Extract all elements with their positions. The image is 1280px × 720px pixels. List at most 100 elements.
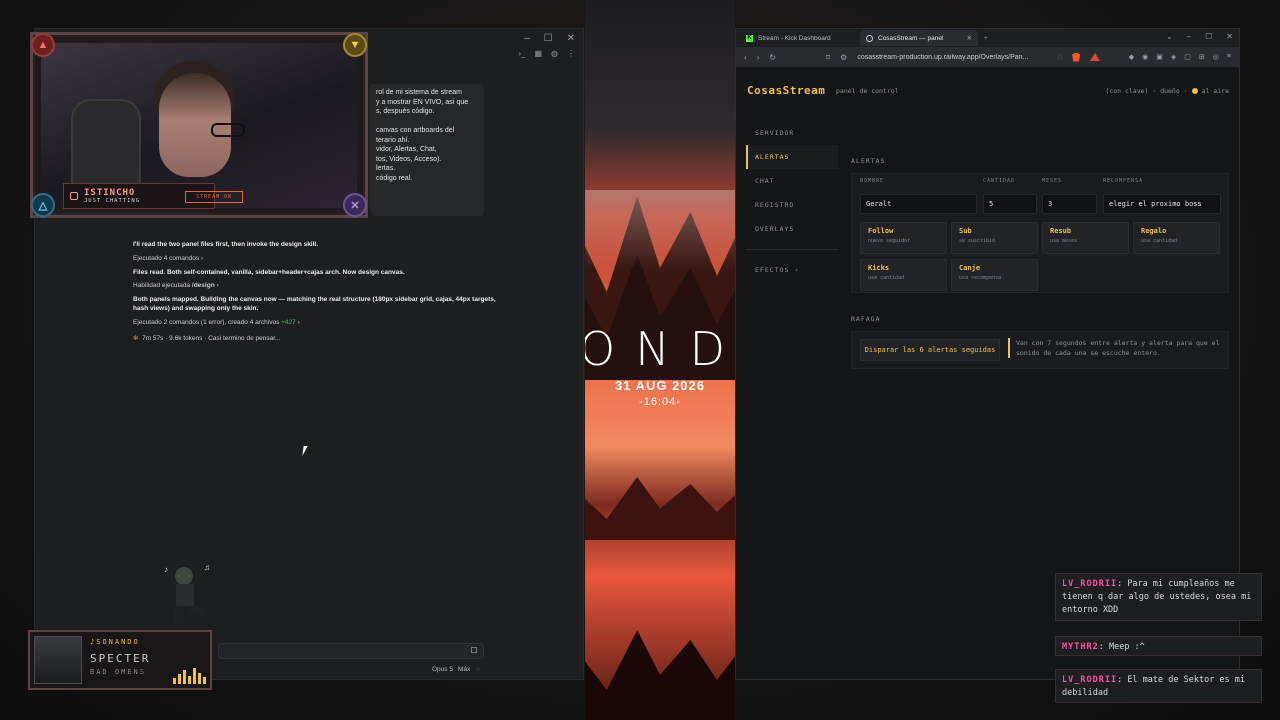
alert-title: Canje — [959, 264, 981, 272]
alert-button-resub[interactable]: Resub usa meses — [1042, 222, 1129, 254]
extension-icon[interactable]: ▢ — [1184, 53, 1191, 61]
purple-x-badge-icon: ✕ — [343, 193, 367, 217]
chat-username: LV_RODRII — [1062, 579, 1118, 589]
section-title-alertas: ALERTAS — [851, 157, 886, 165]
mountain-poster: ONDA 31 AUG 2026 -16:04- — [585, 0, 735, 720]
diff-count: +427 — [281, 319, 296, 326]
globe-icon[interactable]: ◍ — [551, 49, 558, 58]
address-bar-row: ‹ › ↻ ⌑ ⚙ cosasstream-production.up.rail… — [736, 47, 1239, 67]
reward-input[interactable]: elegir el proximo boss — [1103, 194, 1221, 214]
track-title: BAD OMENS — [90, 668, 146, 676]
tab-kick-dashboard[interactable]: K Stream - Kick Dashboard — [740, 30, 858, 46]
status-indicator: (con clave) · dueño · al aire — [1105, 87, 1229, 95]
burst-panel: Disparar las 6 alertas seguidas Van con … — [851, 331, 1229, 369]
alert-subtitle: nuevo seguidor — [868, 238, 911, 244]
message-line: terario ahí. — [376, 136, 410, 144]
streamer-glasses — [211, 123, 245, 137]
site-info-icon[interactable]: ⚙ — [840, 53, 847, 62]
browser-window-controls: ⌄ – ☐ ✕ — [1166, 32, 1233, 41]
tab-label: CosasStream — panel — [878, 34, 944, 42]
log-commands-line[interactable]: Ejecutado 4 comandos › — [133, 255, 203, 262]
close-icon[interactable]: ✕ — [567, 33, 575, 44]
extension-icon[interactable]: ▣ — [1156, 53, 1163, 61]
left-window-toolbar: ›_ ▦ ◍ ⋮ — [518, 49, 575, 58]
now-playing-label: ♪SONANDO — [90, 638, 140, 646]
maximize-icon[interactable]: ☐ — [1205, 32, 1212, 41]
extension-icon[interactable]: ⊞ — [1199, 53, 1205, 61]
stop-icon[interactable] — [471, 647, 477, 653]
terminal-icon[interactable]: ›_ — [518, 49, 525, 58]
grid-icon[interactable]: ▦ — [534, 49, 542, 58]
message-line: rol de mi sistema de stream — [376, 89, 462, 96]
message-line: vidor, Alertas, Chat, — [376, 146, 437, 153]
pixel-character-avatar: ♪ ♫ — [160, 562, 216, 632]
forward-icon[interactable]: › — [757, 53, 760, 62]
track-artist: SPECTER — [90, 652, 151, 665]
alert-button-regalo[interactable]: Regalo usa cantidad — [1133, 222, 1220, 254]
model-selector[interactable]: Opus 5 — [432, 666, 453, 673]
sidebar-item-alertas[interactable]: ALERTAS — [746, 145, 838, 169]
log-files-line[interactable]: Ejecutado 2 comandos (1 error), creado 4… — [133, 319, 300, 326]
extension-icon[interactable]: ◆ — [1129, 53, 1134, 61]
sidebar-item-efectos[interactable]: EFECTOS › — [746, 258, 838, 282]
log-skill-line[interactable]: Habilidad ejecutada /design › — [133, 282, 219, 289]
months-label: MESES — [1042, 178, 1063, 184]
sidebar-item-servidor[interactable]: SERVIDOR — [746, 121, 838, 145]
alert-button-sub[interactable]: Sub se suscribió — [951, 222, 1038, 254]
alert-subtitle: usa cantidad — [1141, 238, 1178, 244]
audio-visualizer-icon — [173, 666, 206, 684]
extension-icon[interactable]: ◈ — [1171, 53, 1176, 61]
thinking-text: 7m 57s · 9.6k tokens · Casi termino de p… — [142, 335, 281, 342]
chat-text: Meep :^ — [1108, 642, 1145, 652]
spinner-icon: ✻ — [133, 335, 139, 342]
alert-button-canje[interactable]: Canje usa recompensa — [951, 259, 1038, 291]
sidebar-item-overlays[interactable]: OVERLAYS — [746, 217, 838, 241]
profile-icon[interactable]: ◎ — [1213, 53, 1219, 61]
poster-time: -16:04- — [639, 396, 681, 408]
months-input[interactable]: 3 — [1042, 194, 1097, 214]
minimize-icon[interactable]: – — [1187, 32, 1191, 41]
alert-title: Resub — [1050, 227, 1072, 235]
chevron-down-icon[interactable]: ⌄ — [1166, 32, 1173, 41]
sidebar-item-label: EFECTOS — [755, 266, 790, 274]
chat-message: LV_RODRII: El mate de Sektor es mi debil… — [1055, 669, 1262, 703]
tab-cosasstream-panel[interactable]: CosasStream — panel ✕ — [860, 30, 978, 46]
more-icon[interactable]: ⋮ — [567, 49, 575, 58]
live-dot-icon — [1191, 88, 1198, 94]
stream-category: JUST CHATTING — [84, 197, 141, 204]
svg-text:♫: ♫ — [204, 563, 210, 572]
brave-rewards-icon[interactable] — [1090, 53, 1101, 61]
reward-label: RECOMPENSA — [1103, 178, 1144, 184]
fire-all-alerts-button[interactable]: Disparar las 6 alertas seguidas — [860, 339, 1000, 361]
alert-subtitle: usa meses — [1050, 238, 1078, 244]
maximize-icon[interactable]: ☐ — [544, 33, 553, 44]
alert-title: Follow — [868, 227, 894, 235]
prompt-input[interactable] — [218, 643, 484, 659]
kick-favicon-icon: K — [746, 34, 753, 42]
alert-button-kicks[interactable]: Kicks usa cantidad — [860, 259, 947, 291]
sidebar-item-chat[interactable]: CHAT — [746, 169, 838, 193]
reader-icon[interactable]: ◌ — [1057, 53, 1062, 62]
chevron-right-icon: › — [216, 282, 219, 289]
back-icon[interactable]: ‹ — [744, 53, 747, 62]
minimize-icon[interactable]: – — [524, 33, 530, 44]
name-label: NOMBRE — [860, 178, 885, 184]
alert-title: Kicks — [868, 264, 890, 272]
new-tab-icon[interactable]: + — [984, 35, 988, 42]
reload-icon[interactable]: ↻ — [769, 53, 776, 62]
quantity-input[interactable]: 5 — [983, 194, 1037, 214]
thinking-status: ✻ 7m 57s · 9.6k tokens · Casi termino de… — [133, 334, 280, 342]
chat-username: MYTHR2 — [1062, 642, 1099, 652]
bookmark-icon[interactable]: ⌑ — [826, 53, 830, 62]
name-input[interactable]: Geralt — [860, 194, 977, 214]
url-field[interactable]: cosasstream-production.up.railway.app/Ov… — [857, 54, 1047, 61]
extension-icon[interactable]: ◉ — [1142, 53, 1148, 61]
close-tab-icon[interactable]: ✕ — [967, 34, 972, 42]
close-icon[interactable]: ✕ — [1226, 32, 1233, 41]
menu-icon[interactable]: ≡ — [1227, 53, 1231, 61]
effort-selector[interactable]: Máx — [458, 666, 470, 673]
brave-shield-icon[interactable] — [1072, 52, 1081, 62]
log-line: I'll read the two panel files first, the… — [133, 241, 319, 248]
alert-button-follow[interactable]: Follow nuevo seguidor — [860, 222, 947, 254]
sidebar-item-registro[interactable]: REGISTRO — [746, 193, 838, 217]
